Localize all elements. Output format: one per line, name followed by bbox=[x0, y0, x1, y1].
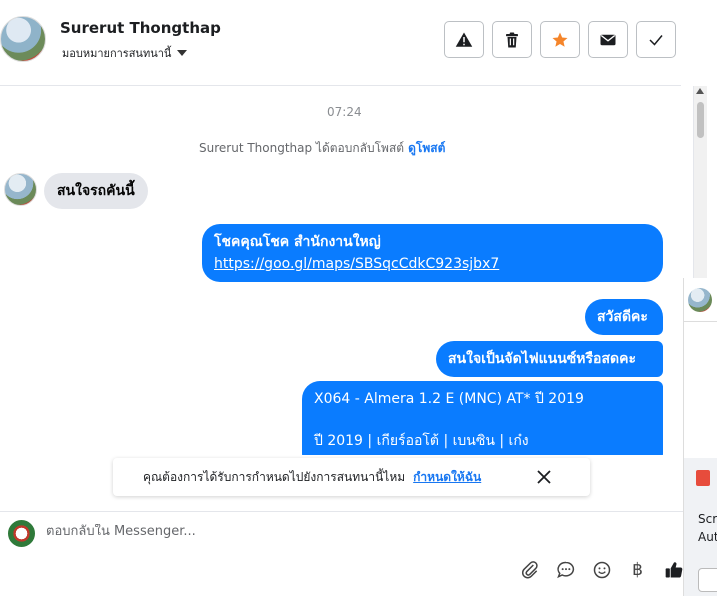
app-icon bbox=[696, 470, 710, 486]
side-avatar[interactable] bbox=[688, 288, 712, 312]
thumbs-up-icon bbox=[665, 562, 682, 578]
side-panel-header bbox=[684, 278, 717, 322]
assign-to-me-link[interactable]: กำหนดให้ฉัน bbox=[413, 468, 481, 487]
assign-suggestion-banner: คุณต้องการได้รับการกำหนดไปยังการสนทนานี้… bbox=[113, 458, 590, 496]
mark-unread-button[interactable] bbox=[588, 21, 628, 58]
view-post-link[interactable]: ดูโพสต์ bbox=[408, 141, 445, 155]
emoji-button[interactable] bbox=[589, 558, 614, 582]
side-button[interactable] bbox=[698, 568, 717, 592]
side-panel: Scr Aut bbox=[683, 278, 717, 596]
header-actions bbox=[444, 21, 676, 58]
warning-icon bbox=[455, 32, 473, 47]
checkmark-icon bbox=[649, 34, 663, 46]
sender-avatar[interactable] bbox=[4, 173, 37, 206]
scroll-thumb[interactable] bbox=[697, 102, 704, 138]
saved-reply-icon bbox=[556, 561, 574, 579]
baht-icon: ฿ bbox=[632, 560, 643, 580]
inbox-conversation-view: Surerut Thongthap มอบหมายการสนทนานี้ 07:… bbox=[0, 0, 717, 596]
outgoing-message: X064 - Almera 1.2 E (MNC) AT* ปี 2019 ปี… bbox=[302, 381, 663, 455]
close-icon[interactable] bbox=[534, 467, 554, 487]
contact-name[interactable]: Surerut Thongthap bbox=[60, 19, 221, 37]
side-notification: Scr Aut bbox=[684, 458, 717, 596]
mark-done-button[interactable] bbox=[636, 21, 676, 58]
attachment-icon bbox=[521, 561, 538, 579]
incoming-message: สนใจรถคันนี้ bbox=[44, 173, 148, 209]
delete-button[interactable] bbox=[492, 21, 532, 58]
map-link[interactable]: https://goo.gl/maps/SBSqcCdkC923sjbx7 bbox=[214, 253, 651, 275]
system-message: Surerut Thongthap ได้ตอบกลับโพสต์ ดูโพสต์ bbox=[199, 139, 445, 158]
suggestion-text: คุณต้องการได้รับการกำหนดไปยังการสนทนานี้… bbox=[143, 469, 406, 484]
message-composer: ฿ bbox=[0, 511, 690, 596]
payment-button[interactable]: ฿ bbox=[625, 558, 650, 582]
star-button[interactable] bbox=[540, 21, 580, 58]
side-text-1: Scr bbox=[698, 512, 717, 526]
message-text: ปี 2019 | เกียร์ออโต้ | เบนซิน | เก๋ง bbox=[314, 433, 529, 449]
report-button[interactable] bbox=[444, 21, 484, 58]
conversation-header: Surerut Thongthap มอบหมายการสนทนานี้ bbox=[0, 0, 717, 86]
page-avatar bbox=[8, 520, 35, 547]
outgoing-message: โชคคุณโชค สำนักงานใหญ่ https://goo.gl/ma… bbox=[202, 224, 663, 282]
message-thread[interactable]: 07:24 Surerut Thongthap ได้ตอบกลับโพสต์ด… bbox=[0, 86, 694, 455]
reply-input[interactable] bbox=[46, 524, 646, 539]
system-message-text: Surerut Thongthap ได้ตอบกลับโพสต์ bbox=[199, 141, 405, 155]
assign-conversation-dropdown[interactable]: มอบหมายการสนทนานี้ bbox=[62, 44, 188, 62]
emoji-icon bbox=[593, 561, 610, 579]
trash-icon bbox=[506, 32, 518, 47]
outgoing-message: สนใจเป็นจัดไฟแนนซ์หรือสดคะ bbox=[436, 341, 663, 377]
star-icon bbox=[552, 32, 568, 47]
outgoing-message: สวัสดีคะ bbox=[585, 299, 663, 335]
assign-label: มอบหมายการสนทนานี้ bbox=[62, 47, 172, 60]
caret-down-icon bbox=[177, 50, 188, 56]
composer-tools: ฿ bbox=[517, 558, 686, 582]
saved-reply-button[interactable] bbox=[553, 558, 578, 582]
message-text: X064 - Almera 1.2 E (MNC) AT* ปี 2019 bbox=[314, 391, 584, 407]
message-timestamp: 07:24 bbox=[327, 105, 362, 119]
contact-avatar[interactable] bbox=[0, 16, 46, 62]
envelope-icon bbox=[600, 34, 616, 45]
attach-button[interactable] bbox=[517, 558, 542, 582]
scroll-up-arrow-icon[interactable] bbox=[696, 88, 704, 94]
side-text-2: Aut bbox=[698, 530, 717, 544]
message-text: โชคคุณโชค สำนักงานใหญ่ bbox=[214, 234, 381, 250]
